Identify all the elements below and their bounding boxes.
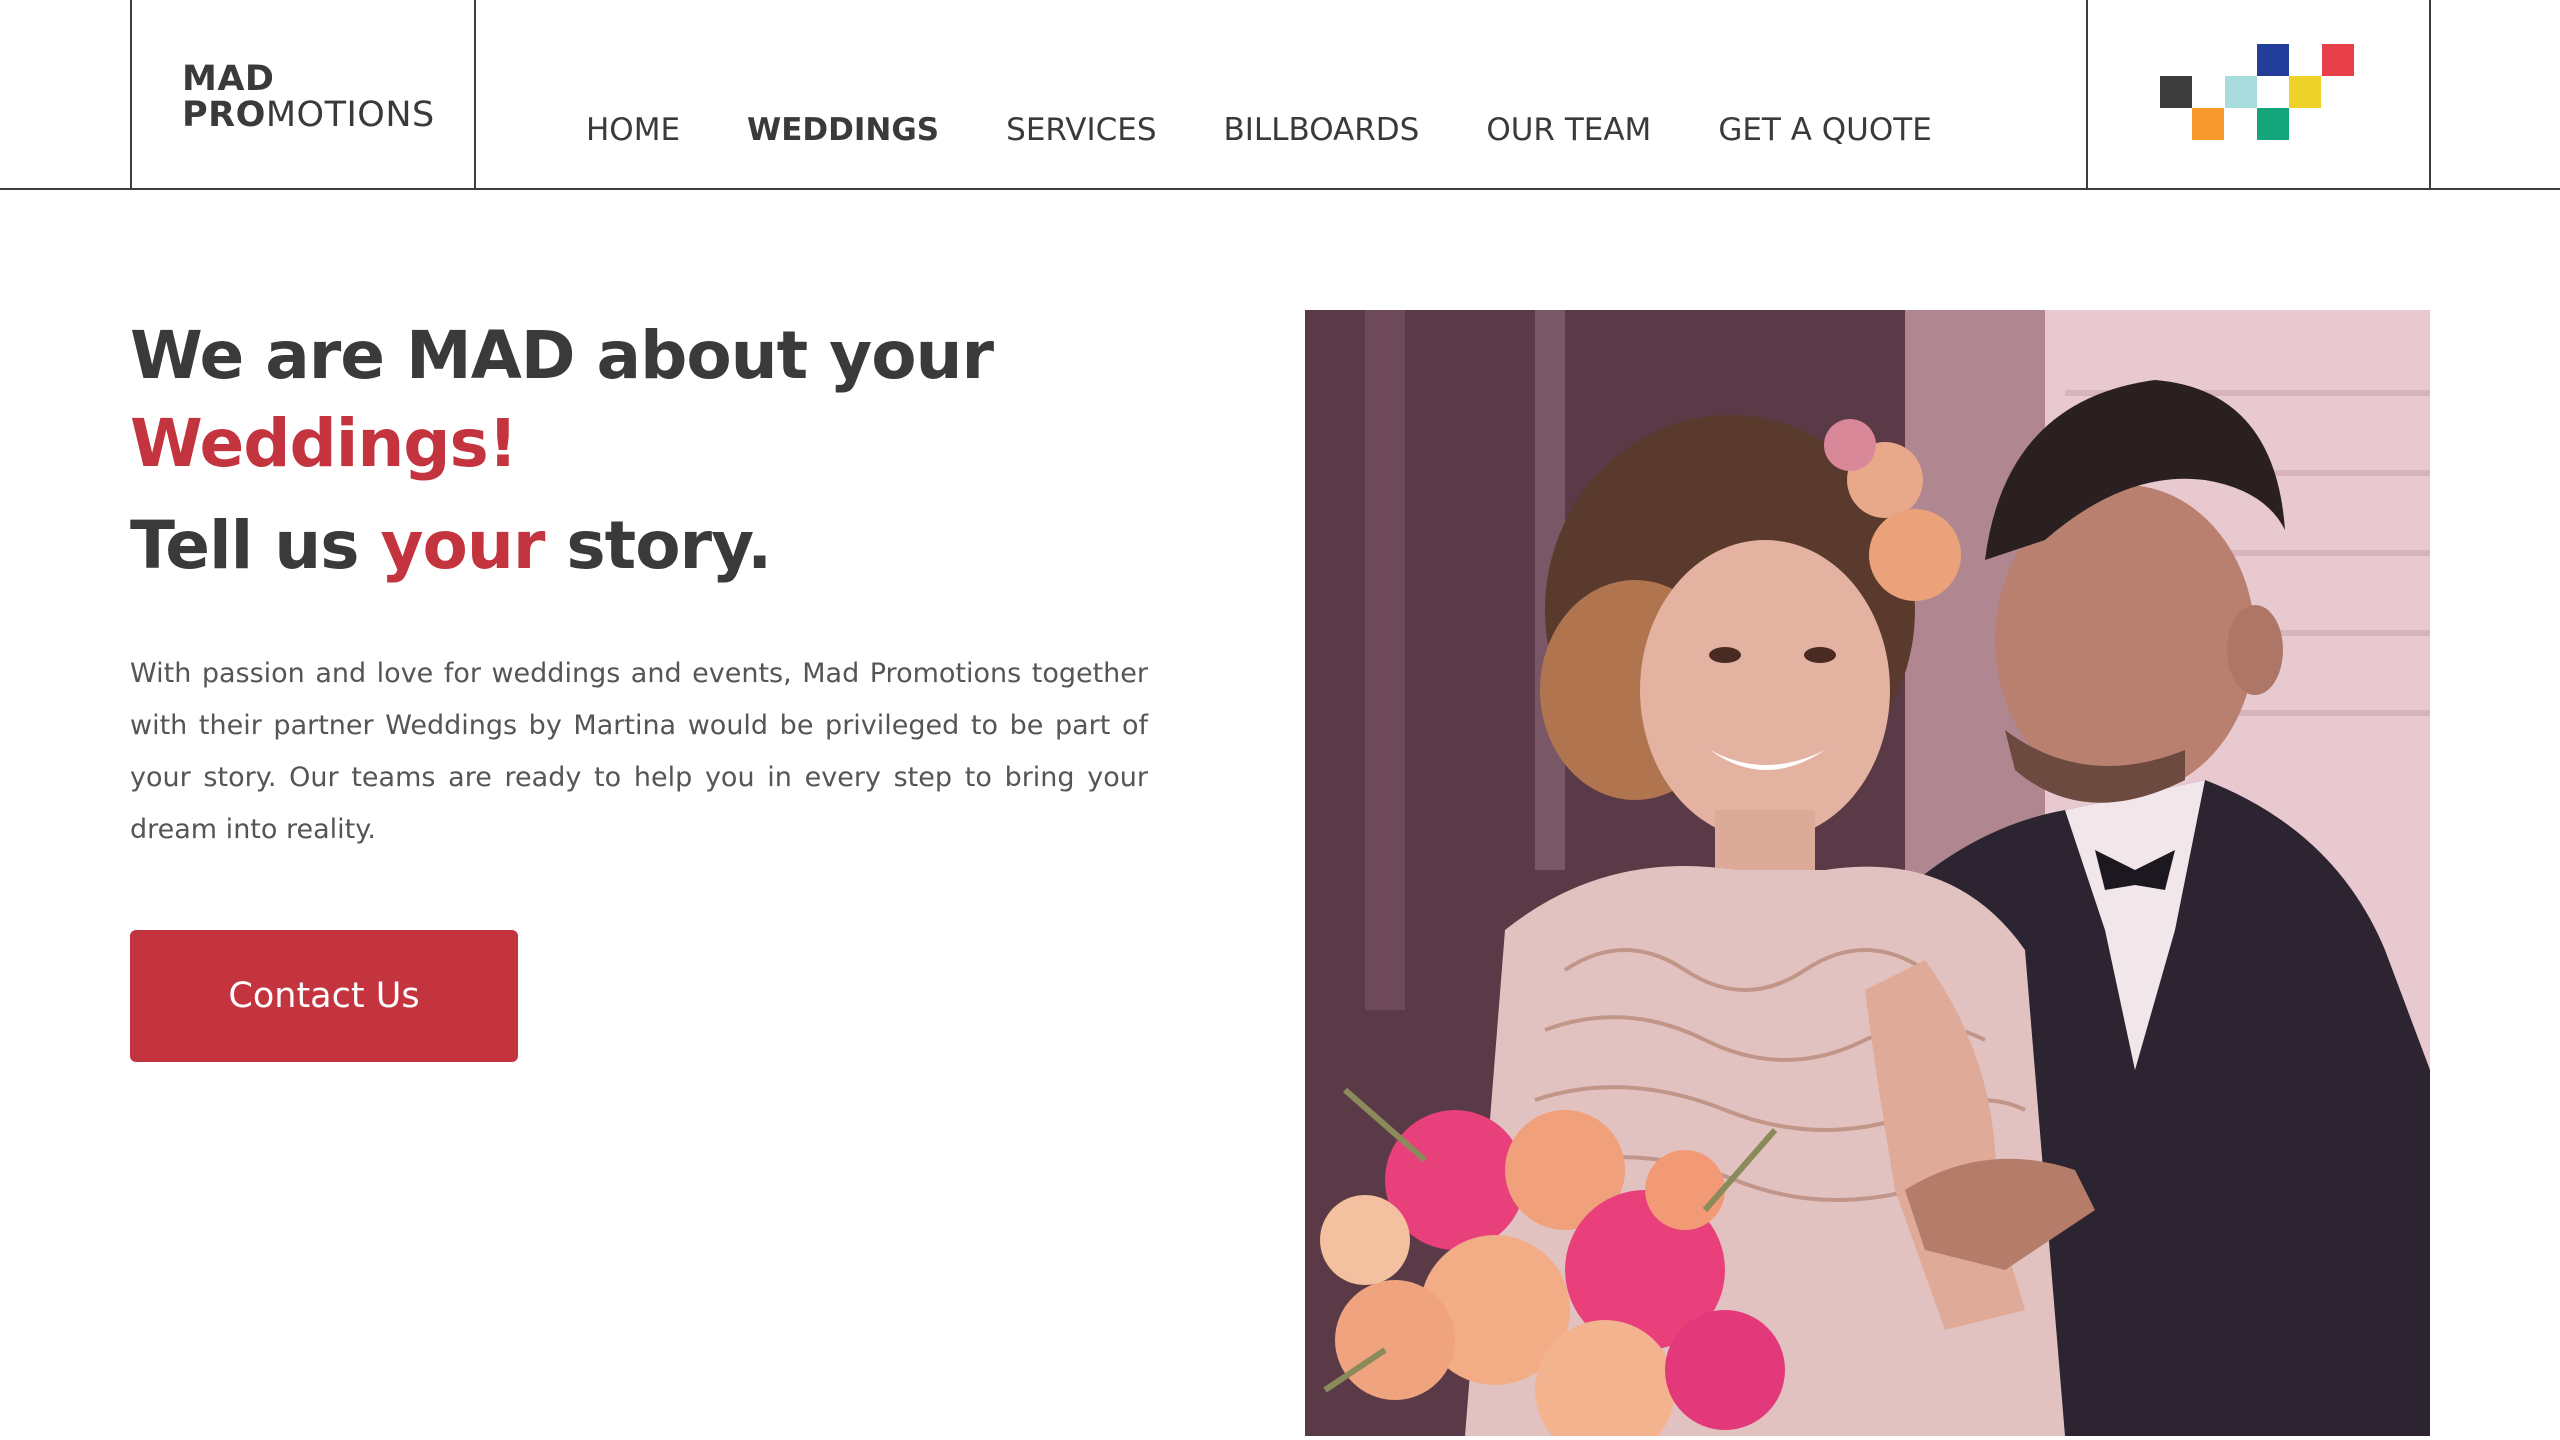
nav-our-team[interactable]: OUR TEAM (1486, 112, 1651, 148)
hero-title-line3-c: story. (544, 507, 772, 584)
nav-services[interactable]: SERVICES (1006, 112, 1156, 148)
hero-title-line3-a: Tell us (130, 507, 381, 584)
brand-logo[interactable]: MAD PROMOTIONS (130, 0, 476, 189)
brand-mark (2086, 0, 2431, 189)
hero-title: We are MAD about your Weddings! Tell us … (130, 312, 1180, 590)
nav-home[interactable]: HOME (586, 112, 680, 148)
contact-us-button[interactable]: Contact Us (130, 930, 518, 1062)
wedding-couple-photo (1305, 310, 2430, 1436)
nav-get-a-quote[interactable]: GET A QUOTE (1718, 112, 1931, 148)
hero-title-line1: We are MAD about your (130, 317, 994, 394)
logo-text-pro: PRO (182, 95, 266, 135)
hero-title-line2: Weddings! (130, 405, 518, 482)
hero-title-line3: Tell us your story. (130, 502, 1180, 590)
logo-text-mad: MAD (182, 59, 275, 99)
main-nav: HOME WEDDINGS SERVICES BILLBOARDS OUR TE… (586, 108, 1999, 152)
site-header: MAD PROMOTIONS HOME WEDDINGS SERVICES BI… (0, 0, 2560, 190)
nav-weddings[interactable]: WEDDINGS (747, 112, 939, 148)
logo-text-promotions: PROMOTIONS (182, 98, 435, 133)
nav-billboards[interactable]: BILLBOARDS (1224, 112, 1420, 148)
hero-description: With passion and love for weddings and e… (130, 658, 1148, 845)
logo-text-motions: MOTIONS (265, 95, 435, 135)
hero-title-line3-b: your (380, 507, 546, 584)
